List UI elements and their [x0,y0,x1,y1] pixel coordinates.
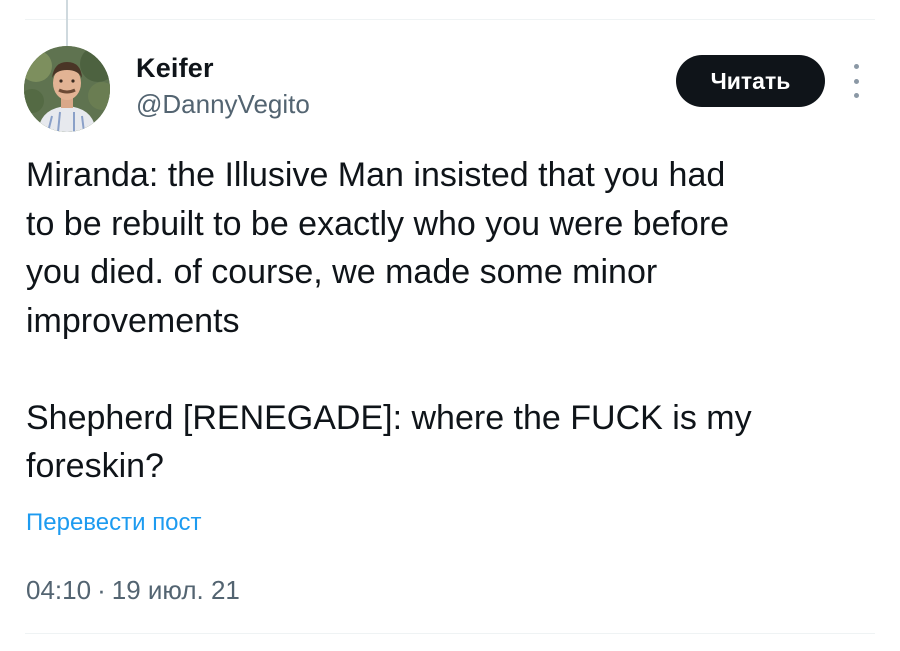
more-dots-vertical-icon[interactable] [848,64,864,98]
dot [853,78,859,84]
tweet-paragraph: Miranda: the Illusive Man insisted that … [26,156,730,340]
top-divider [25,19,875,20]
timestamp[interactable]: 04:10 · 19 июл. 21 [26,573,240,607]
dot [853,64,859,69]
avatar-image [24,46,110,132]
post-time: 04:10 [26,575,92,605]
dot [853,93,859,98]
bottom-divider [25,633,875,634]
avatar[interactable] [24,46,110,132]
post-date: 19 июл. 21 [111,575,240,605]
thread-connector-line [66,0,68,46]
separator-dot: · [97,575,106,605]
user-handle[interactable]: @DannyVegito [136,88,310,120]
translate-post-link[interactable]: Перевести пост [26,507,202,539]
tweet-text: Miranda: the Illusive Man insisted that … [26,151,866,491]
follow-button[interactable]: Читать [676,55,825,107]
display-name[interactable]: Keifer [136,52,214,84]
tweet-paragraph: Shepherd [RENEGADE]: where the FUCK is m… [26,398,752,486]
